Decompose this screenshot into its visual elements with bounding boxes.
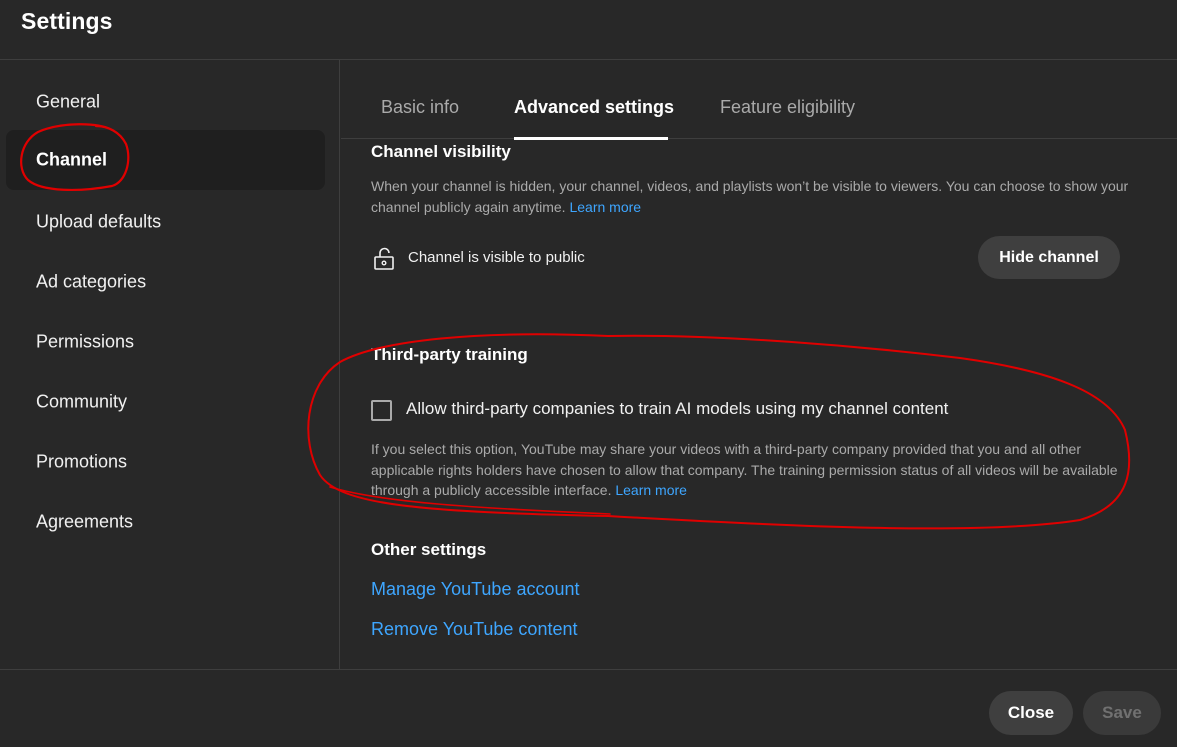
settings-content: Basic info Advanced settings Feature eli… [341, 60, 1177, 669]
sidebar-item-label: Promotions [36, 451, 128, 472]
settings-tabs: Basic info Advanced settings Feature eli… [341, 60, 1177, 140]
sidebar-item-upload-defaults[interactable]: Upload defaults [6, 192, 325, 252]
sidebar-item-community[interactable]: Community [6, 372, 325, 432]
sidebar-item-permissions[interactable]: Permissions [6, 312, 325, 372]
settings-sidebar: General Channel Upload defaults Ad categ… [0, 60, 340, 669]
sidebar-item-label: General [36, 91, 101, 112]
other-settings-title: Other settings [371, 540, 487, 559]
sidebar-item-label: Channel [36, 149, 108, 170]
sidebar-item-general[interactable]: General [6, 72, 325, 132]
third-party-training-title: Third-party training [371, 345, 528, 364]
third-party-training-description-text: If you select this option, YouTube may s… [371, 441, 1118, 498]
channel-visibility-learn-more-link[interactable]: Learn more [569, 199, 641, 215]
remove-youtube-content-link[interactable]: Remove YouTube content [371, 619, 577, 640]
tab-label: Advanced settings [514, 97, 675, 117]
third-party-training-description: If you select this option, YouTube may s… [371, 439, 1121, 501]
third-party-training-checkbox-label[interactable]: Allow third-party companies to train AI … [406, 399, 948, 419]
active-tab-indicator [514, 137, 668, 140]
sidebar-item-label: Community [36, 391, 128, 412]
settings-dialog: Settings General Channel Upload defaults… [0, 0, 1177, 747]
sidebar-item-promotions[interactable]: Promotions [6, 432, 325, 492]
dialog-footer: Close Save [0, 669, 1177, 747]
channel-visibility-description-text: When your channel is hidden, your channe… [371, 178, 1129, 215]
manage-youtube-account-link[interactable]: Manage YouTube account [371, 579, 580, 600]
close-button[interactable]: Close [989, 691, 1073, 735]
channel-visibility-title: Channel visibility [371, 142, 511, 161]
dialog-title: Settings [21, 8, 113, 34]
lock-open-icon [374, 247, 394, 270]
sidebar-item-label: Ad categories [36, 271, 147, 292]
sidebar-item-agreements[interactable]: Agreements [6, 492, 325, 552]
hide-channel-button[interactable]: Hide channel [978, 236, 1120, 279]
sidebar-item-label: Permissions [36, 331, 135, 352]
third-party-training-learn-more-link[interactable]: Learn more [615, 482, 687, 498]
save-button[interactable]: Save [1083, 691, 1161, 735]
sidebar-item-label: Agreements [36, 511, 134, 532]
tab-label: Feature eligibility [720, 97, 856, 117]
channel-visibility-description: When your channel is hidden, your channe… [371, 176, 1131, 217]
tab-label: Basic info [381, 97, 460, 117]
sidebar-item-channel[interactable]: Channel [6, 130, 325, 190]
tab-advanced-settings[interactable]: Advanced settings [514, 60, 674, 140]
dialog-header: Settings [0, 0, 1177, 60]
sidebar-item-label: Upload defaults [36, 211, 162, 232]
channel-visibility-status: Channel is visible to public [408, 249, 585, 266]
sidebar-item-ad-categories[interactable]: Ad categories [6, 252, 325, 312]
third-party-training-checkbox[interactable] [371, 400, 392, 421]
